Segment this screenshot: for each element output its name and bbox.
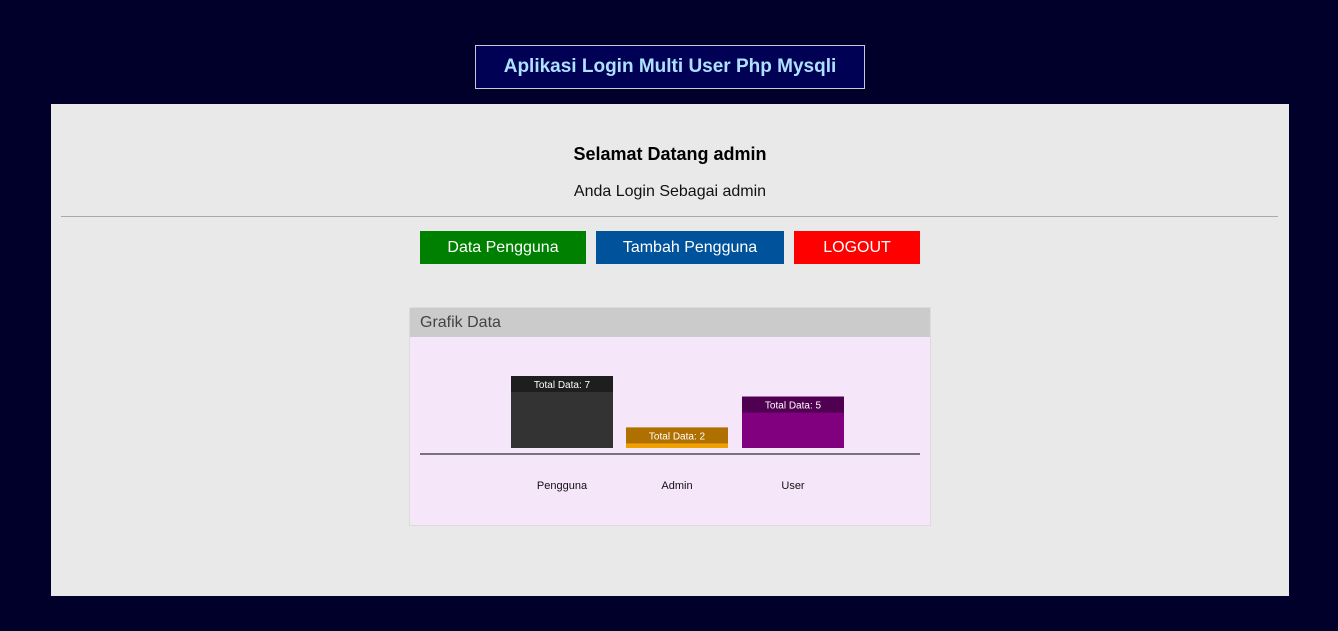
data-pengguna-button[interactable]: Data Pengguna <box>420 231 586 264</box>
bar-data-label: Total Data: 5 <box>765 401 822 412</box>
tambah-pengguna-button[interactable]: Tambah Pengguna <box>596 231 784 264</box>
app-title: Aplikasi Login Multi User Php Mysqli <box>475 45 865 89</box>
x-tick-label: Pengguna <box>537 480 588 492</box>
main-panel: Selamat Datang admin Anda Login Sebagai … <box>51 104 1289 596</box>
chart-card: Grafik Data Total Data: 7 Pengguna Total D… <box>409 307 931 526</box>
logout-button[interactable]: LOGOUT <box>794 231 920 264</box>
welcome-heading: Selamat Datang admin <box>573 144 767 164</box>
chart-card-title: Grafik Data <box>410 308 930 337</box>
divider <box>61 216 1278 217</box>
bar-chart: Total Data: 7 Pengguna Total Data: 2 Admin T… <box>420 376 920 492</box>
bar-data-label: Total Data: 7 <box>534 380 591 391</box>
x-tick-label: User <box>781 480 805 492</box>
x-tick-label: Admin <box>661 480 692 492</box>
role-text: Anda Login Sebagai admin <box>573 183 767 200</box>
bar-data-label: Total Data: 2 <box>649 431 706 442</box>
